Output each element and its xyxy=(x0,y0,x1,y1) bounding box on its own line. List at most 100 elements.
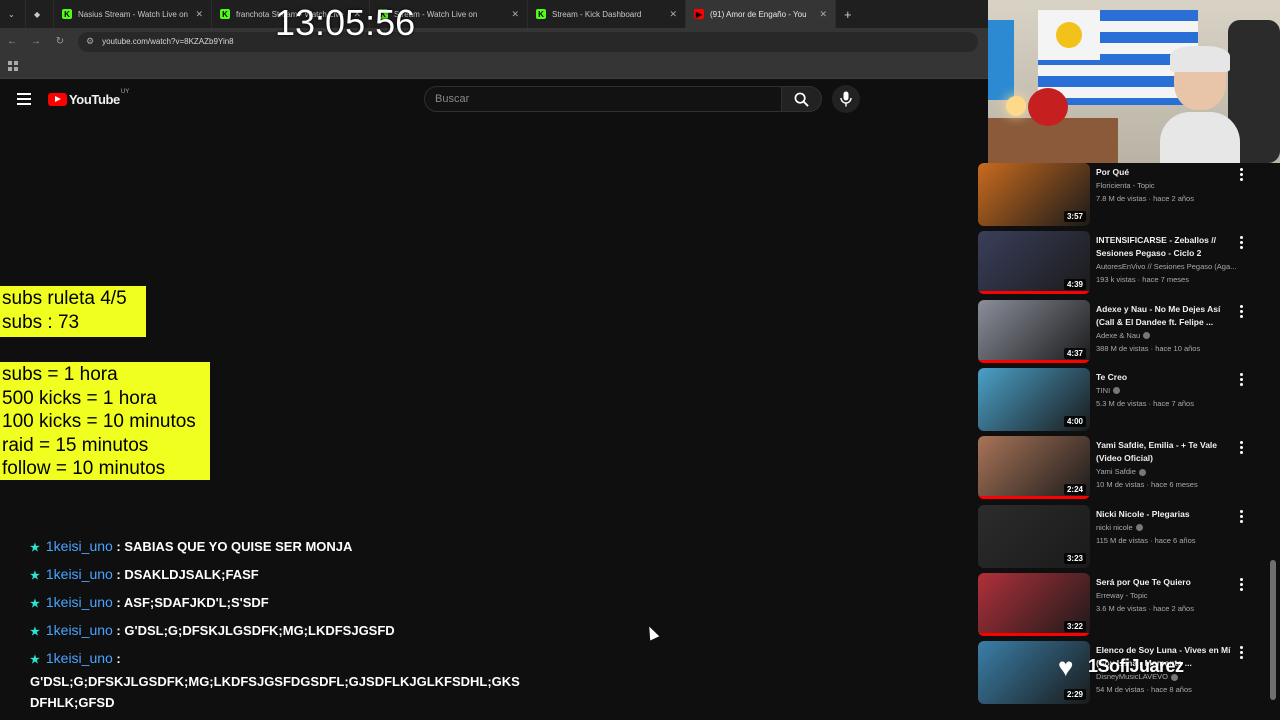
more-options-icon[interactable] xyxy=(1240,372,1243,388)
reload-button[interactable]: ↻ xyxy=(48,36,72,47)
scrollbar[interactable] xyxy=(1270,560,1276,700)
tab-strip: K Nasius Stream - Watch Live on ✕ Kfranchot… xyxy=(54,0,836,28)
video-duration: 2:24 xyxy=(1063,484,1086,496)
channel-name: TINI xyxy=(1096,385,1111,395)
heart-icon: ♥ xyxy=(1058,652,1074,682)
related-video-item[interactable]: 3:57 Por Qué Floricienta - Topic 7.8 M de v… xyxy=(978,163,1268,227)
search-icon xyxy=(794,92,809,107)
browser-tab[interactable]: K Stream - Kick Dashboard ✕ xyxy=(528,0,686,28)
channel-name: nicki nicole xyxy=(1096,522,1133,532)
chat-text: G'DSL;G;DFSKJLGSDFK;MG;LKDFSJGSFDGSDFL;G… xyxy=(30,674,520,710)
more-options-icon[interactable] xyxy=(1240,577,1243,593)
verified-icon xyxy=(1113,387,1121,395)
video-title[interactable]: Por Qué xyxy=(1096,166,1234,179)
voice-search-button[interactable] xyxy=(832,85,860,113)
plush-toy xyxy=(1028,88,1068,126)
star-badge-icon: ★ xyxy=(30,598,40,610)
close-icon[interactable]: ✕ xyxy=(511,9,519,20)
more-options-icon[interactable] xyxy=(1240,304,1243,320)
video-title[interactable]: Nicki Nicole - Plegarias xyxy=(1096,508,1234,521)
youtube-logo[interactable]: YouTube UY xyxy=(48,89,129,107)
streamer-name: 1SofiJuarez xyxy=(1088,656,1184,676)
more-options-icon[interactable] xyxy=(1240,646,1243,661)
video-meta: 10 M de vistas · hace 6 meses xyxy=(1096,480,1198,490)
subs-roulette-overlay: subs ruleta 4/5 subs : 73 xyxy=(0,286,146,337)
more-options-icon[interactable] xyxy=(1240,509,1243,525)
bookmarks-bar xyxy=(0,55,988,79)
close-icon[interactable]: ✕ xyxy=(195,9,203,20)
related-video-item[interactable]: 3:23 Nicki Nicole - Plegarias nicki nicole… xyxy=(978,504,1268,569)
related-video-item[interactable]: 3:22 Será por Que Te Quiero Erreway - Topi… xyxy=(978,572,1268,637)
tab-title: Nasius Stream - Watch Live on xyxy=(78,9,188,19)
overlay-line: 100 kicks = 10 minutos xyxy=(2,411,196,433)
forward-button[interactable]: → xyxy=(24,36,48,47)
overlay-line: 500 kicks = 1 hora xyxy=(2,387,157,409)
video-channel[interactable]: nicki nicole xyxy=(1096,523,1246,532)
tab-title: Stream - Kick Dashboard xyxy=(552,9,642,19)
microphone-icon xyxy=(840,91,852,107)
menu-icon[interactable] xyxy=(17,93,31,108)
tab-title: (91) Amor de Engaño - You xyxy=(710,9,807,19)
video-title[interactable]: Adexe y Nau - No Me Dejes Así (Call & El… xyxy=(1096,303,1234,329)
video-title[interactable]: Será por Que Te Quiero xyxy=(1096,576,1234,589)
video-duration: 3:22 xyxy=(1063,620,1086,632)
search-button[interactable] xyxy=(781,86,822,112)
more-options-icon[interactable] xyxy=(1240,441,1243,456)
chat-message: ★ 1keisi_uno : G'DSL;G;DFSKJLGSDFK;MG;LKDF… xyxy=(30,648,590,713)
video-channel[interactable]: Adexe & Nau xyxy=(1096,331,1246,340)
tab-pinned[interactable]: ◆ xyxy=(26,0,54,28)
close-icon[interactable]: ✕ xyxy=(819,9,827,20)
video-thumbnail[interactable]: 3:22 xyxy=(978,572,1090,636)
video-channel[interactable]: Floricienta - Topic xyxy=(1096,181,1246,190)
video-meta: 54 M de vistas · hace 8 años xyxy=(1096,685,1192,695)
close-icon[interactable]: ✕ xyxy=(669,9,677,20)
new-tab-button[interactable]: + xyxy=(836,0,860,28)
chat-text: G'DSL;G;DFSKJLGSDFK;MG;LKDFSJGSFD xyxy=(124,623,395,638)
video-thumbnail[interactable]: 4:37 xyxy=(978,299,1090,363)
video-thumbnail[interactable]: 3:57 xyxy=(978,163,1090,226)
video-thumbnail[interactable]: 3:23 xyxy=(978,504,1090,568)
star-badge-icon: ★ xyxy=(30,626,40,638)
chat-separator: : xyxy=(112,539,125,554)
back-button[interactable]: ← xyxy=(0,36,24,47)
video-channel[interactable]: Yami Safdie xyxy=(1096,467,1246,476)
watch-progress-bar xyxy=(978,496,1090,500)
tab-favicon-icon: K xyxy=(220,9,230,19)
video-thumbnail[interactable]: 4:39 xyxy=(978,231,1090,295)
video-thumbnail[interactable]: 4:00 xyxy=(978,367,1090,431)
video-title[interactable]: Yami Safdie, Emilia - + Te Vale (Video O… xyxy=(1096,439,1234,465)
related-video-item[interactable]: 2:24 Yami Safdie, Emilia - + Te Vale (Vid… xyxy=(978,436,1268,500)
related-video-item[interactable]: 4:39 INTENSIFICARSE - Zeballos // Sesione… xyxy=(978,231,1268,295)
video-title[interactable]: INTENSIFICARSE - Zeballos // Sesiones Pe… xyxy=(1096,234,1234,260)
tab-list-button[interactable]: ⌄ xyxy=(0,0,26,28)
related-video-item[interactable]: 4:37 Adexe y Nau - No Me Dejes Así (Call … xyxy=(978,299,1268,364)
webcam-feed xyxy=(988,0,1280,163)
youtube-header: YouTube UY Buscar xyxy=(0,80,988,118)
overlay-line: follow = 10 minutos xyxy=(2,458,166,480)
chat-message: ★ 1keisi_uno : DSAKLDJSALK;FASF xyxy=(30,564,590,587)
chat-text: SABIAS QUE YO QUISE SER MONJA xyxy=(124,539,353,554)
video-channel[interactable]: TINI xyxy=(1096,386,1246,395)
apps-grid-icon[interactable] xyxy=(8,61,18,71)
video-title[interactable]: Te Creo xyxy=(1096,371,1234,384)
chat-username: 1keisi_uno xyxy=(45,538,113,554)
more-options-icon[interactable] xyxy=(1240,168,1243,183)
mouse-cursor xyxy=(644,624,660,641)
url-field[interactable]: ⚙ youtube.com/watch?v=8KZAZb9Yin8 xyxy=(78,31,978,52)
video-channel[interactable]: Erreway - Topic xyxy=(1096,591,1246,600)
chat-username: 1keisi_uno xyxy=(45,622,113,638)
video-channel[interactable]: AutoresEnVivo // Sesiones Pegaso (Aga... xyxy=(1096,262,1246,271)
overlay-line: subs ruleta 4/5 xyxy=(2,288,127,309)
related-video-item[interactable]: 4:00 Te Creo TINI 5.3 M de vistas · hace 7 … xyxy=(978,367,1268,432)
browser-tab[interactable]: K Nasius Stream - Watch Live on ✕ xyxy=(54,0,212,28)
site-settings-icon[interactable]: ⚙ xyxy=(86,36,94,47)
overlay-line: subs = 1 hora xyxy=(2,364,118,385)
search-input[interactable]: Buscar xyxy=(424,86,782,112)
channel-name: Erreway - Topic xyxy=(1096,590,1148,600)
video-thumbnail[interactable]: 2:24 xyxy=(978,436,1090,500)
tab-favicon-icon: K xyxy=(536,9,546,19)
browser-tab[interactable]: ▶ (91) Amor de Engaño - You ✕ xyxy=(686,0,836,28)
youtube-wordmark: YouTube xyxy=(69,92,120,107)
more-options-icon[interactable] xyxy=(1240,236,1243,251)
chat-separator: : xyxy=(112,567,125,582)
